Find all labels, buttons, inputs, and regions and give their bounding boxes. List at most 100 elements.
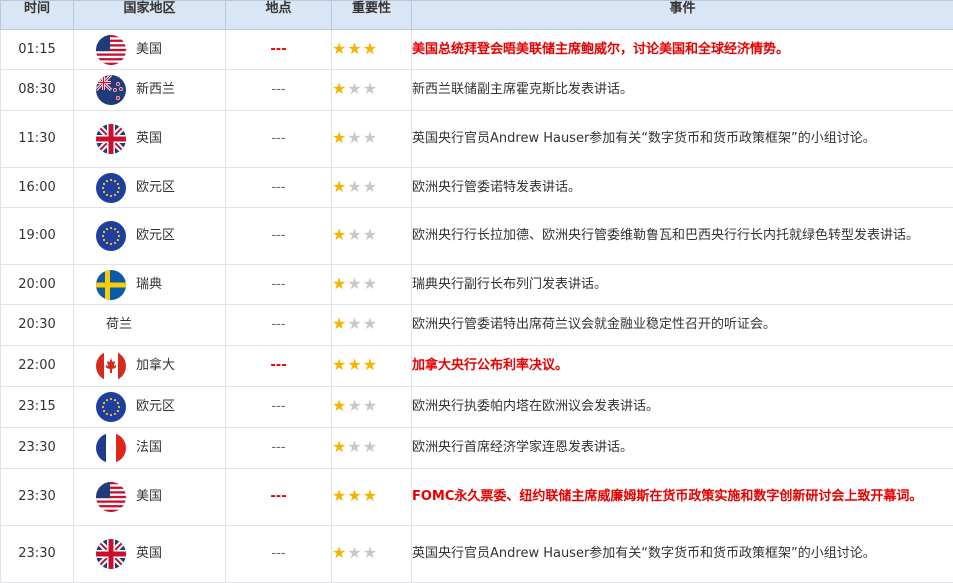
star-empty-icon: ★ — [363, 177, 378, 196]
canada-flag-icon — [96, 351, 126, 381]
table-row: 19:00 欧元区 ---★★★欧洲央行行长拉加德、欧洲央行管委维勒鲁瓦和巴西央行行… — [1, 208, 953, 265]
importance-stars: ★★★ — [332, 387, 412, 428]
event-place: --- — [226, 346, 332, 387]
event-place: --- — [226, 168, 332, 208]
star-filled-icon: ★ — [332, 396, 347, 415]
event-country-cell: 欧元区 — [74, 208, 226, 265]
star-empty-icon: ★ — [363, 396, 378, 415]
star-filled-icon: ★ — [363, 486, 378, 505]
event-time: 23:30 — [1, 526, 74, 583]
table-row: 23:30英国---★★★英国央行官员Andrew Hauser参加有关“数字货… — [1, 526, 953, 583]
star-filled-icon: ★ — [332, 128, 347, 147]
country-name: 新西兰 — [136, 79, 175, 101]
event-description: FOMC永久票委、纽约联储主席威廉姆斯在货币政策实施和数字创新研讨会上致开幕词。 — [412, 469, 953, 526]
table-row: 11:30英国---★★★英国央行官员Andrew Hauser参加有关“数字货… — [1, 111, 953, 168]
importance-stars: ★★★ — [332, 111, 412, 168]
event-description: 欧洲央行管委诺特发表讲话。 — [412, 168, 953, 208]
star-empty-icon: ★ — [347, 79, 362, 98]
event-place: --- — [226, 30, 332, 70]
star-empty-icon: ★ — [347, 314, 362, 333]
event-place: --- — [226, 469, 332, 526]
country-name: 法国 — [136, 437, 162, 459]
event-time: 01:15 — [1, 30, 74, 70]
event-country-cell: 欧元区 — [74, 168, 226, 208]
country-name: 欧元区 — [136, 177, 175, 199]
star-filled-icon: ★ — [332, 314, 347, 333]
table-row: 20:30荷兰---★★★欧洲央行管委诺特出席荷兰议会就金融业稳定性召开的听证会… — [1, 305, 953, 346]
event-time: 23:30 — [1, 469, 74, 526]
table-row: 16:00欧元区---★★★欧洲央行管委诺特发表讲话。 — [1, 168, 953, 208]
importance-stars: ★★★ — [332, 526, 412, 583]
star-filled-icon: ★ — [332, 437, 347, 456]
event-description: 瑞典央行副行长布列门发表讲话。 — [412, 265, 953, 305]
us-flag-icon — [96, 482, 126, 512]
country-name: 加拿大 — [136, 355, 175, 377]
table-row: 01:15美国---★★★美国总统拜登会晤美联储主席鲍威尔，讨论美国和全球经济情… — [1, 30, 953, 70]
country-name: 美国 — [136, 39, 162, 61]
star-empty-icon: ★ — [347, 437, 362, 456]
importance-stars: ★★★ — [332, 30, 412, 70]
table-row: 23:30美国---★★★FOMC永久票委、纽约联储主席威廉姆斯在货币政策实施和… — [1, 469, 953, 526]
country-name: 英国 — [136, 128, 162, 150]
star-empty-icon: ★ — [363, 79, 378, 98]
star-empty-icon: ★ — [363, 437, 378, 456]
event-description: 英国央行官员Andrew Hauser参加有关“数字货币和货币政策框架”的小组讨… — [412, 526, 953, 583]
star-filled-icon: ★ — [332, 486, 347, 505]
star-filled-icon: ★ — [332, 543, 347, 562]
star-filled-icon: ★ — [347, 486, 362, 505]
sweden-flag-icon — [96, 270, 126, 300]
importance-stars: ★★★ — [332, 469, 412, 526]
event-country-cell: 欧元区 — [74, 387, 226, 428]
star-empty-icon: ★ — [363, 543, 378, 562]
star-filled-icon: ★ — [332, 225, 347, 244]
star-filled-icon: ★ — [347, 355, 362, 374]
event-country-cell: 新西兰 — [74, 70, 226, 111]
france-flag-icon — [96, 433, 126, 463]
event-place: --- — [226, 428, 332, 469]
nz-flag-icon — [96, 75, 126, 105]
header-time: 时间 — [1, 1, 74, 30]
star-empty-icon: ★ — [347, 274, 362, 293]
star-filled-icon: ★ — [332, 274, 347, 293]
header-country: 国家地区 — [74, 1, 226, 30]
star-empty-icon: ★ — [363, 128, 378, 147]
event-time: 19:00 — [1, 208, 74, 265]
eu-flag-icon — [96, 221, 126, 251]
event-description: 欧洲央行行长拉加德、欧洲央行管委维勒鲁瓦和巴西央行行长内托就绿色转型发表讲话。 — [412, 208, 953, 265]
country-name: 欧元区 — [136, 225, 175, 247]
star-filled-icon: ★ — [332, 177, 347, 196]
importance-stars: ★★★ — [332, 346, 412, 387]
star-empty-icon: ★ — [347, 128, 362, 147]
country-name: 欧元区 — [136, 396, 175, 418]
event-description: 欧洲央行管委诺特出席荷兰议会就金融业稳定性召开的听证会。 — [412, 305, 953, 346]
table-row: 22:00加拿大---★★★加拿大央行公布利率决议。 — [1, 346, 953, 387]
country-name: 英国 — [136, 543, 162, 565]
importance-stars: ★★★ — [332, 208, 412, 265]
event-country-cell: 美国 — [74, 30, 226, 70]
star-empty-icon: ★ — [347, 396, 362, 415]
event-description: 英国央行官员Andrew Hauser参加有关“数字货币和货币政策框架”的小组讨… — [412, 111, 953, 168]
event-description: 欧洲央行首席经济学家连恩发表讲话。 — [412, 428, 953, 469]
event-place: --- — [226, 111, 332, 168]
star-empty-icon: ★ — [363, 274, 378, 293]
event-time: 16:00 — [1, 168, 74, 208]
eu-flag-icon — [96, 173, 126, 203]
event-place: --- — [226, 305, 332, 346]
country-name: 美国 — [136, 486, 162, 508]
star-empty-icon: ★ — [347, 177, 362, 196]
event-place: --- — [226, 70, 332, 111]
event-country-cell: 法国 — [74, 428, 226, 469]
us-flag-icon — [96, 35, 126, 65]
event-time: 23:30 — [1, 428, 74, 469]
event-place: --- — [226, 208, 332, 265]
table-row: 20:00瑞典---★★★瑞典央行副行长布列门发表讲话。 — [1, 265, 953, 305]
star-empty-icon: ★ — [347, 225, 362, 244]
star-filled-icon: ★ — [363, 355, 378, 374]
event-country-cell: 加拿大 — [74, 346, 226, 387]
table-header-row: 时间 国家地区 地点 重要性 事件 — [1, 1, 953, 30]
importance-stars: ★★★ — [332, 168, 412, 208]
event-time: 11:30 — [1, 111, 74, 168]
event-place: --- — [226, 265, 332, 305]
table-row: 23:30法国---★★★欧洲央行首席经济学家连恩发表讲话。 — [1, 428, 953, 469]
country-name: 瑞典 — [136, 274, 162, 296]
